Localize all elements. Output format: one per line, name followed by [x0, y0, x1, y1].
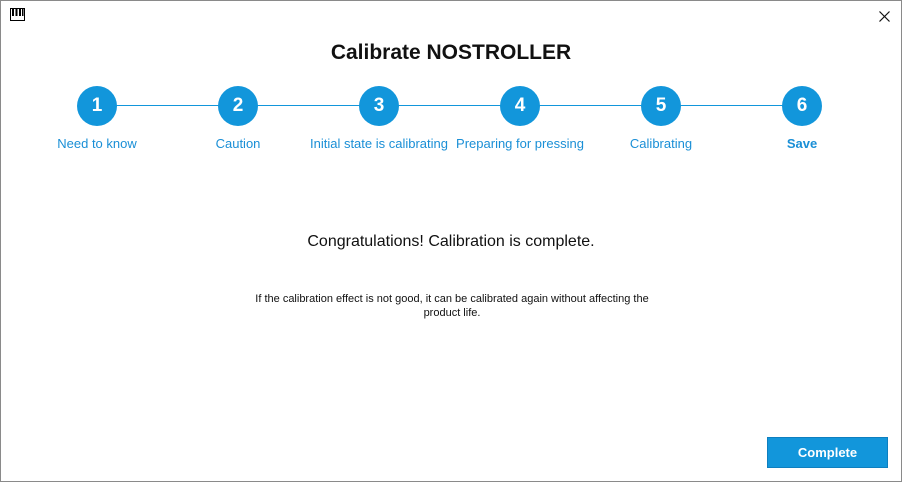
step-label: Need to know [57, 136, 137, 151]
step-preparing-for-pressing: 4 Preparing for pressing [445, 86, 595, 151]
step-number-badge: 6 [782, 86, 822, 126]
step-label: Preparing for pressing [456, 136, 584, 151]
step-number-badge: 2 [218, 86, 258, 126]
step-need-to-know: 1 Need to know [22, 86, 172, 151]
calibration-stepper: 1 Need to know 2 Caution 3 Initial state… [1, 86, 902, 166]
step-caution: 2 Caution [163, 86, 313, 151]
step-number-badge: 1 [77, 86, 117, 126]
recalibration-note: If the calibration effect is not good, i… [255, 293, 649, 319]
step-number-badge: 3 [359, 86, 399, 126]
completion-message: Congratulations! Calibration is complete… [307, 233, 595, 250]
step-save: 6 Save [727, 86, 877, 151]
step-label: Caution [215, 136, 261, 151]
step-label: Calibrating [629, 136, 693, 151]
step-label-active: Save [786, 136, 818, 151]
close-button[interactable] [867, 1, 901, 31]
dialog-title: Calibrate NOSTROLLER [330, 41, 572, 64]
calibration-window: Calibrate NOSTROLLER 1 Need to know 2 Ca… [0, 0, 902, 482]
step-initial-state: 3 Initial state is calibrating [304, 86, 454, 151]
piano-keys-icon [10, 8, 25, 21]
complete-button[interactable]: Complete [767, 437, 888, 468]
step-number-badge: 4 [500, 86, 540, 126]
step-number-badge: 5 [641, 86, 681, 126]
step-label: Initial state is calibrating [309, 136, 448, 151]
close-icon [878, 10, 890, 22]
step-calibrating: 5 Calibrating [586, 86, 736, 151]
